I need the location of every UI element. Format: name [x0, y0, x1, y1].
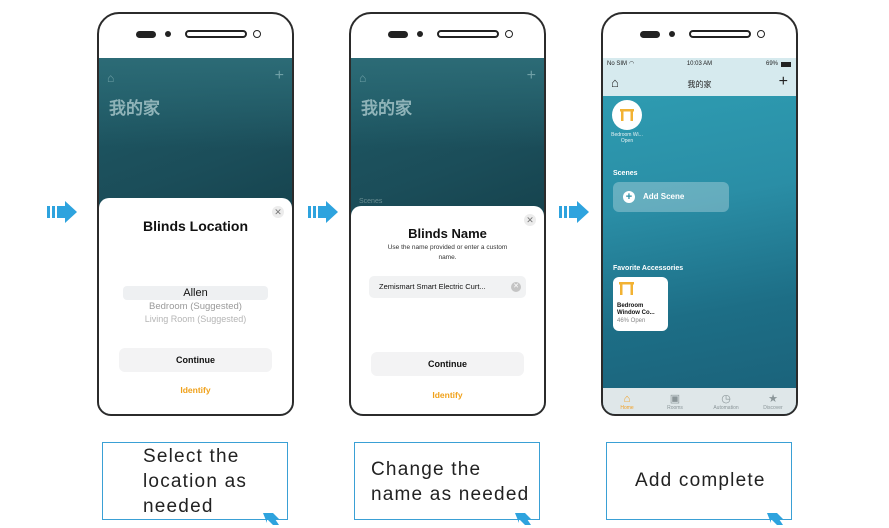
scenes-label: Scenes — [613, 170, 638, 177]
name-sheet: ✕ Blinds Name Use the name provided or e… — [351, 206, 544, 414]
screen-1: ⌂ + 我的家 ✕ Blinds Location Allen Bedroom … — [99, 58, 292, 414]
name-field[interactable]: Zemismart Smart Electric Curt... ✕ — [369, 276, 526, 298]
tile-status: 46% Open — [617, 318, 646, 324]
home-icon[interactable]: ⌂ — [359, 72, 371, 84]
close-icon[interactable]: ✕ — [524, 214, 536, 226]
picker-option[interactable]: Bedroom (Suggested) — [123, 301, 268, 312]
screen-3: No SIM ◠ 10:03 AM 69% ⌂ 我的家 + Bedroom Wi… — [603, 58, 796, 414]
caption-box-2: Change the name as needed — [354, 442, 540, 525]
nav-title: 我的家 — [687, 80, 712, 89]
phone-1: ⌂ + 我的家 ✕ Blinds Location Allen Bedroom … — [97, 12, 294, 416]
location-sheet: ✕ Blinds Location Allen Bedroom (Suggest… — [99, 198, 292, 414]
continue-button[interactable]: Continue — [119, 348, 272, 372]
caption-box-1: Select the location as needed — [102, 442, 288, 525]
caption-box-3: Add complete — [606, 442, 792, 525]
step-arrow-3 — [559, 201, 589, 223]
clear-icon[interactable]: ✕ — [511, 282, 521, 292]
picker-option[interactable]: Living Room (Suggested) — [123, 314, 268, 324]
caption-line: needed — [143, 496, 214, 517]
screen-2: ⌂ + 我的家 Scenes ✕ Blinds Name Use the nam… — [351, 58, 544, 414]
device-status-button[interactable]: Bedroom Wi... Open — [607, 100, 647, 144]
nav-bar: ⌂ 我的家 + — [603, 72, 796, 96]
curtain-icon — [612, 100, 642, 130]
caption-line: Select the — [143, 446, 240, 467]
home-icon[interactable]: ⌂ — [107, 72, 119, 84]
phone-earpiece — [351, 30, 544, 40]
name-field-value: Zemismart Smart Electric Curt... — [379, 282, 486, 291]
add-scene-label: Add Scene — [643, 192, 685, 201]
home-icon: ⌂ — [623, 393, 631, 405]
caption-line: Add complete — [635, 470, 766, 491]
step-arrow-1 — [47, 201, 77, 223]
rooms-icon: ▣ — [669, 393, 681, 405]
automation-icon: ◷ — [721, 393, 731, 405]
add-icon[interactable]: + — [275, 68, 284, 84]
corner-arrow-icon — [767, 509, 783, 525]
sheet-title: Blinds Location — [143, 218, 248, 234]
location-picker[interactable]: Allen Bedroom (Suggested) Living Room (S… — [123, 284, 268, 330]
corner-arrow-icon — [515, 509, 531, 525]
add-icon[interactable]: + — [779, 74, 788, 90]
status-bar: No SIM ◠ 10:03 AM 69% — [603, 58, 796, 72]
home-title: 我的家 — [109, 99, 160, 118]
phone-earpiece — [603, 30, 796, 40]
tab-rooms[interactable]: ▣ Rooms — [655, 393, 695, 411]
tab-home[interactable]: ⌂ Home — [607, 393, 647, 411]
identify-link[interactable]: Identify — [99, 385, 292, 395]
battery-icon — [781, 62, 791, 67]
caption-line: name as needed — [371, 484, 530, 505]
curtain-icon — [619, 282, 634, 295]
caption-line: location as — [143, 471, 248, 492]
close-icon[interactable]: ✕ — [272, 206, 284, 218]
star-icon: ★ — [768, 393, 778, 405]
sheet-subtitle: Use the name provided or enter a custom … — [387, 244, 508, 261]
tile-name: Window Co... — [617, 310, 655, 316]
phone-2: ⌂ + 我的家 Scenes ✕ Blinds Name Use the nam… — [349, 12, 546, 416]
scenes-label: Scenes — [359, 198, 383, 205]
picker-option-selected[interactable]: Allen — [123, 286, 268, 300]
tab-discover[interactable]: ★ Discover — [753, 393, 793, 411]
caption-line: Change the — [371, 459, 482, 480]
phone-earpiece — [99, 30, 292, 40]
battery-percent: 69% — [765, 61, 778, 67]
favorites-label: Favorite Accessories — [613, 265, 684, 272]
sheet-title: Blinds Name — [408, 226, 487, 241]
step-arrow-2 — [308, 201, 338, 223]
phone-3: No SIM ◠ 10:03 AM 69% ⌂ 我的家 + Bedroom Wi… — [601, 12, 798, 416]
tile-name: Bedroom — [617, 303, 644, 309]
device-state: Open — [620, 138, 634, 144]
add-icon[interactable]: + — [527, 68, 536, 84]
accessory-tile[interactable]: Bedroom Window Co... 46% Open — [613, 277, 668, 331]
identify-link[interactable]: Identify — [351, 390, 544, 400]
corner-arrow-icon — [263, 509, 279, 525]
continue-button[interactable]: Continue — [371, 352, 524, 376]
tab-automation[interactable]: ◷ Automation — [706, 393, 746, 411]
home-title: 我的家 — [361, 99, 412, 118]
plus-circle-icon: + — [623, 191, 635, 203]
tab-bar: ⌂ Home ▣ Rooms ◷ Automation ★ Discover — [603, 388, 796, 414]
add-scene-button[interactable]: + Add Scene — [613, 182, 729, 212]
